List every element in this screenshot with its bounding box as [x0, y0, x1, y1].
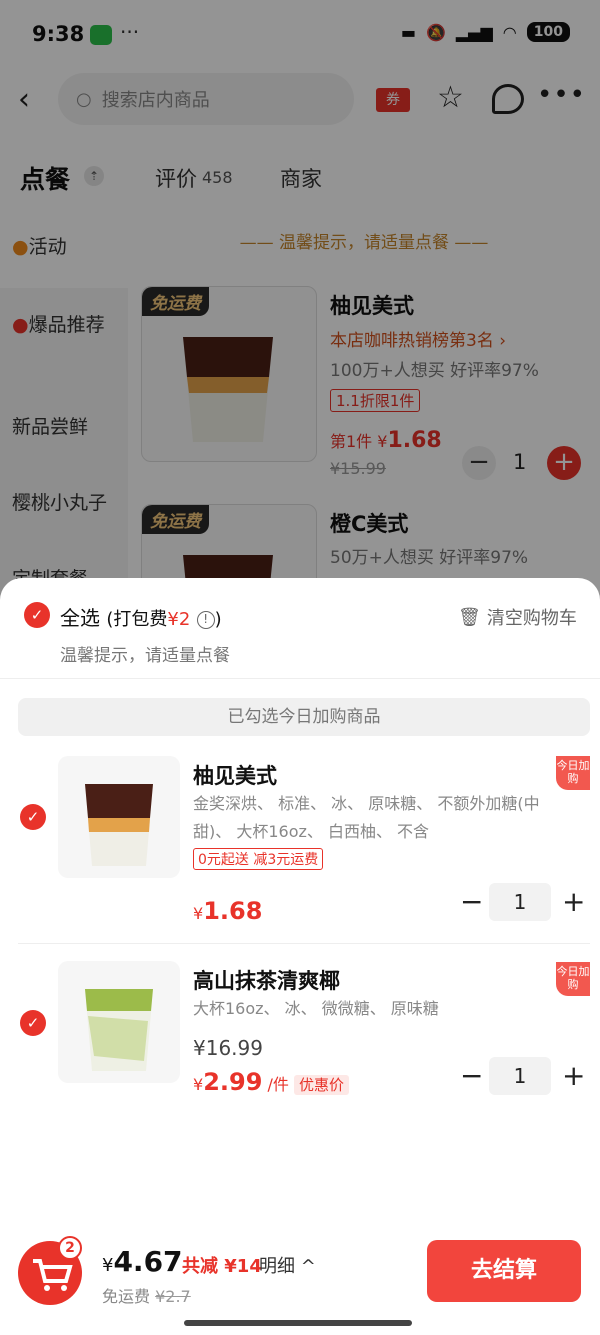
deal-tag: 优惠价 — [294, 1075, 350, 1095]
item-checkbox[interactable]: ✓ — [20, 804, 46, 830]
total-price: ¥4.67 — [102, 1245, 183, 1278]
home-indicator[interactable] — [184, 1320, 412, 1326]
item-price: ¥2.99 /件 优惠价 — [193, 1068, 350, 1096]
decrease-button[interactable]: − — [460, 883, 483, 921]
item-price: ¥1.68 — [193, 897, 263, 925]
item-name: 高山抹茶清爽椰 — [193, 969, 340, 993]
quantity-value[interactable]: 1 — [489, 1057, 551, 1095]
divider — [18, 943, 590, 944]
coffee-cup-image — [85, 784, 153, 866]
trash-icon: 🗑 — [458, 606, 481, 628]
cart-tip: 温馨提示，请适量点餐 — [60, 646, 230, 666]
today-added-badge: 今日加购 — [556, 962, 590, 996]
cart-count-badge: 2 — [58, 1236, 82, 1260]
checkout-button[interactable]: 去结算 — [427, 1240, 581, 1302]
select-all-label[interactable]: 全选 (打包费¥2 !) — [60, 602, 222, 631]
increase-button[interactable]: + — [562, 1057, 585, 1095]
increase-button[interactable]: + — [562, 883, 585, 921]
cart-sheet — [0, 578, 600, 1335]
clear-cart-button[interactable]: 🗑 清空购物车 — [458, 604, 577, 630]
info-icon[interactable]: ! — [196, 610, 215, 629]
item-name: 柚见美式 — [193, 764, 277, 788]
shipping-fee: 免运费 ¥2.7 — [102, 1287, 191, 1306]
today-added-banner: 已勾选今日加购商品 — [18, 698, 590, 736]
select-all-checkbox[interactable]: ✓ — [24, 602, 50, 628]
saved-amount: 共减 ¥14 — [182, 1256, 262, 1277]
quantity-value[interactable]: 1 — [489, 883, 551, 921]
divider — [0, 678, 600, 679]
decrease-button[interactable]: − — [460, 1057, 483, 1095]
today-added-badge: 今日加购 — [556, 756, 590, 790]
item-checkbox[interactable]: ✓ — [20, 1010, 46, 1036]
matcha-cup-image — [85, 989, 153, 1071]
item-image[interactable] — [58, 756, 180, 878]
item-image[interactable] — [58, 961, 180, 1083]
item-spec: 大杯16oz、 冰、 微微糖、 原味糖 — [193, 999, 439, 1018]
item-original-price: ¥16.99 — [193, 1036, 263, 1060]
item-spec: 金奖深烘、 标准、 冰、 原味糖、 不额外加糖(中甜)、 大杯16oz、 白西柚… — [193, 794, 540, 841]
detail-link[interactable]: 明细 ^ — [259, 1252, 316, 1278]
shipping-tag: 0元起送 减3元运费 — [193, 848, 324, 870]
